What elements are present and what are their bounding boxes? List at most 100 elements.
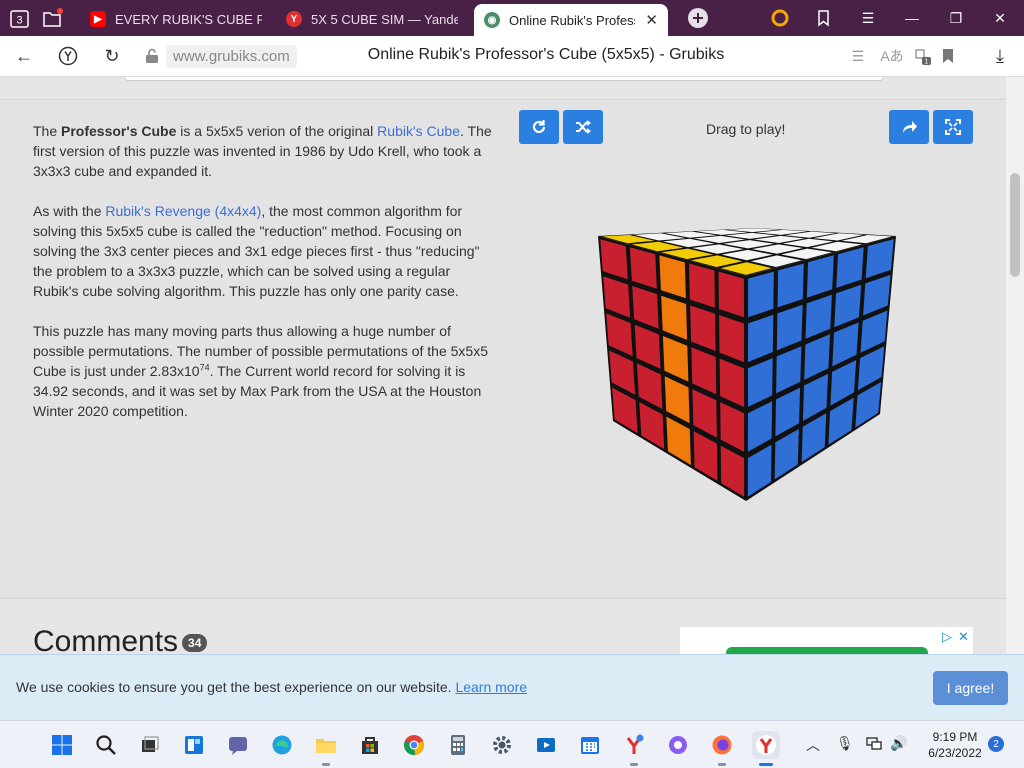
task-view-button[interactable]	[136, 731, 164, 759]
windows-taskbar: ︿ 🎙 🔊 9:19 PM 6/23/2022 2	[0, 720, 1024, 768]
yandex-browser-icon	[756, 735, 776, 755]
url-field[interactable]: www.grubiks.com	[166, 45, 297, 68]
chrome-button[interactable]	[400, 731, 428, 759]
reset-icon	[532, 120, 546, 134]
drag-to-play-label: Drag to play!	[706, 121, 786, 137]
tabs-counter-icon: 3	[10, 10, 29, 28]
yandex-home-button[interactable]	[56, 44, 80, 68]
tab-grubiks-active[interactable]: ◉ Online Rubik's Professor ✕	[474, 4, 668, 36]
page-title: Online Rubik's Professor's Cube (5x5x5) …	[367, 46, 725, 63]
video-editor-button[interactable]	[532, 731, 560, 759]
microphone-button[interactable]: 🎙	[836, 735, 854, 752]
microphone-icon: 🎙	[836, 735, 854, 751]
system-clock[interactable]: 9:19 PM 6/23/2022	[915, 729, 995, 761]
store-button[interactable]	[356, 731, 384, 759]
bookmarks-button[interactable]	[812, 6, 836, 30]
speaker-icon: 🔊	[890, 735, 908, 751]
yandex-app-button[interactable]	[620, 731, 648, 766]
reset-cube-button[interactable]	[519, 110, 559, 144]
chat-icon	[229, 737, 247, 755]
yandex-browser-button[interactable]	[752, 731, 780, 766]
file-explorer-button[interactable]	[312, 731, 340, 766]
professors-cube-5x5[interactable]	[580, 218, 910, 528]
rubiks-revenge-link[interactable]: Rubik's Revenge (4x4x4)	[105, 203, 261, 219]
back-arrow-icon: ←	[15, 45, 33, 66]
article-text: The Professor's Cube is a 5x5x5 verion o…	[33, 121, 493, 441]
widgets-icon	[185, 736, 203, 754]
restore-button[interactable]: ❐	[944, 6, 968, 30]
globe-icon: ◉	[484, 12, 500, 28]
learn-more-link[interactable]: Learn more	[455, 679, 527, 695]
share-arrow-icon	[903, 121, 917, 133]
share-button[interactable]	[889, 110, 929, 144]
chrome-icon	[404, 735, 424, 756]
settings-button[interactable]	[488, 731, 516, 759]
svg-text:1: 1	[925, 59, 929, 66]
reader-mode-button[interactable]: ☰	[846, 44, 870, 68]
volume-button[interactable]: 🔊	[890, 735, 907, 752]
extensions-button[interactable]: 1	[910, 44, 934, 68]
yandex-plus-icon	[771, 9, 789, 27]
tab-cube-sim-search[interactable]: Y 5X 5 CUBE SIM — Yandex	[276, 4, 468, 34]
minimize-button[interactable]: —	[900, 6, 924, 30]
scramble-button[interactable]	[563, 110, 603, 144]
downloads-button[interactable]: ⤓	[988, 44, 1012, 68]
scrollbar-thumb[interactable]	[1010, 173, 1020, 277]
film-icon	[537, 738, 555, 752]
edge-button[interactable]	[268, 731, 296, 759]
cookie-message: We use cookies to ensure you get the bes…	[16, 679, 528, 695]
ad-close-icon[interactable]: ✕	[958, 629, 969, 645]
reload-button[interactable]: ↻	[100, 44, 124, 68]
yandex-plus-button[interactable]	[768, 6, 792, 30]
calendar-button[interactable]	[576, 731, 604, 759]
alice-button[interactable]	[664, 731, 692, 759]
close-window-button[interactable]: ✕	[988, 6, 1012, 30]
fullscreen-button[interactable]	[933, 110, 973, 144]
firefox-button[interactable]	[708, 731, 736, 766]
ad-choices-icon[interactable]: ▷	[942, 629, 952, 645]
back-button[interactable]: ←	[12, 44, 36, 68]
page-scrollbar[interactable]	[1006, 77, 1024, 720]
download-icon: ⤓	[996, 45, 1004, 66]
new-tab-button[interactable]	[686, 6, 710, 30]
menu-button[interactable]: ☰	[856, 6, 880, 30]
network-button[interactable]	[866, 735, 882, 754]
rubiks-cube-link[interactable]: Rubik's Cube	[377, 123, 460, 139]
collections-button[interactable]	[40, 6, 64, 30]
chevron-up-icon: ︿	[806, 737, 820, 753]
reload-icon: ↻	[104, 45, 120, 66]
teams-chat-button[interactable]	[224, 731, 252, 759]
clock-time: 9:19 PM	[932, 730, 978, 744]
store-bag-icon	[362, 737, 378, 754]
widgets-button[interactable]	[180, 731, 208, 759]
fullscreen-icon	[945, 119, 961, 135]
tabs-counter-button[interactable]: 3	[8, 6, 32, 30]
youtube-icon: ▶	[90, 11, 106, 27]
collections-icon	[43, 8, 63, 27]
address-bar: ← ↻ www.grubiks.com Online Rubik's Profe…	[0, 36, 1024, 77]
bookmark-page-button[interactable]	[936, 44, 960, 68]
reader-icon: ☰	[851, 47, 865, 64]
bookmarks-icon	[818, 10, 829, 27]
windows-logo-icon	[52, 735, 72, 755]
notification-count-badge[interactable]: 2	[988, 736, 1004, 752]
close-tab-icon[interactable]: ✕	[645, 11, 658, 29]
translate-button[interactable]: Aあ	[880, 44, 904, 68]
close-icon: ✕	[994, 9, 1006, 26]
firefox-icon	[712, 735, 732, 755]
agree-button[interactable]: I agree!	[933, 671, 1008, 705]
tab-rubiks-video[interactable]: ▶ EVERY RUBIK'S CUBE FROM	[80, 4, 272, 34]
calculator-button[interactable]	[444, 731, 472, 759]
puzzle-section: The Professor's Cube is a 5x5x5 verion o…	[0, 99, 1006, 599]
show-hidden-icons-button[interactable]: ︿	[806, 735, 820, 755]
site-security-button[interactable]	[140, 44, 164, 68]
search-icon	[96, 735, 116, 755]
gear-icon	[493, 736, 511, 754]
start-button[interactable]	[48, 731, 76, 759]
hamburger-icon: ☰	[861, 9, 875, 26]
bookmark-icon	[943, 49, 953, 63]
yandex-icon: Y	[286, 11, 302, 27]
taskbar-search-button[interactable]	[92, 731, 120, 759]
active-indicator	[759, 763, 773, 766]
restore-icon: ❐	[949, 9, 963, 26]
